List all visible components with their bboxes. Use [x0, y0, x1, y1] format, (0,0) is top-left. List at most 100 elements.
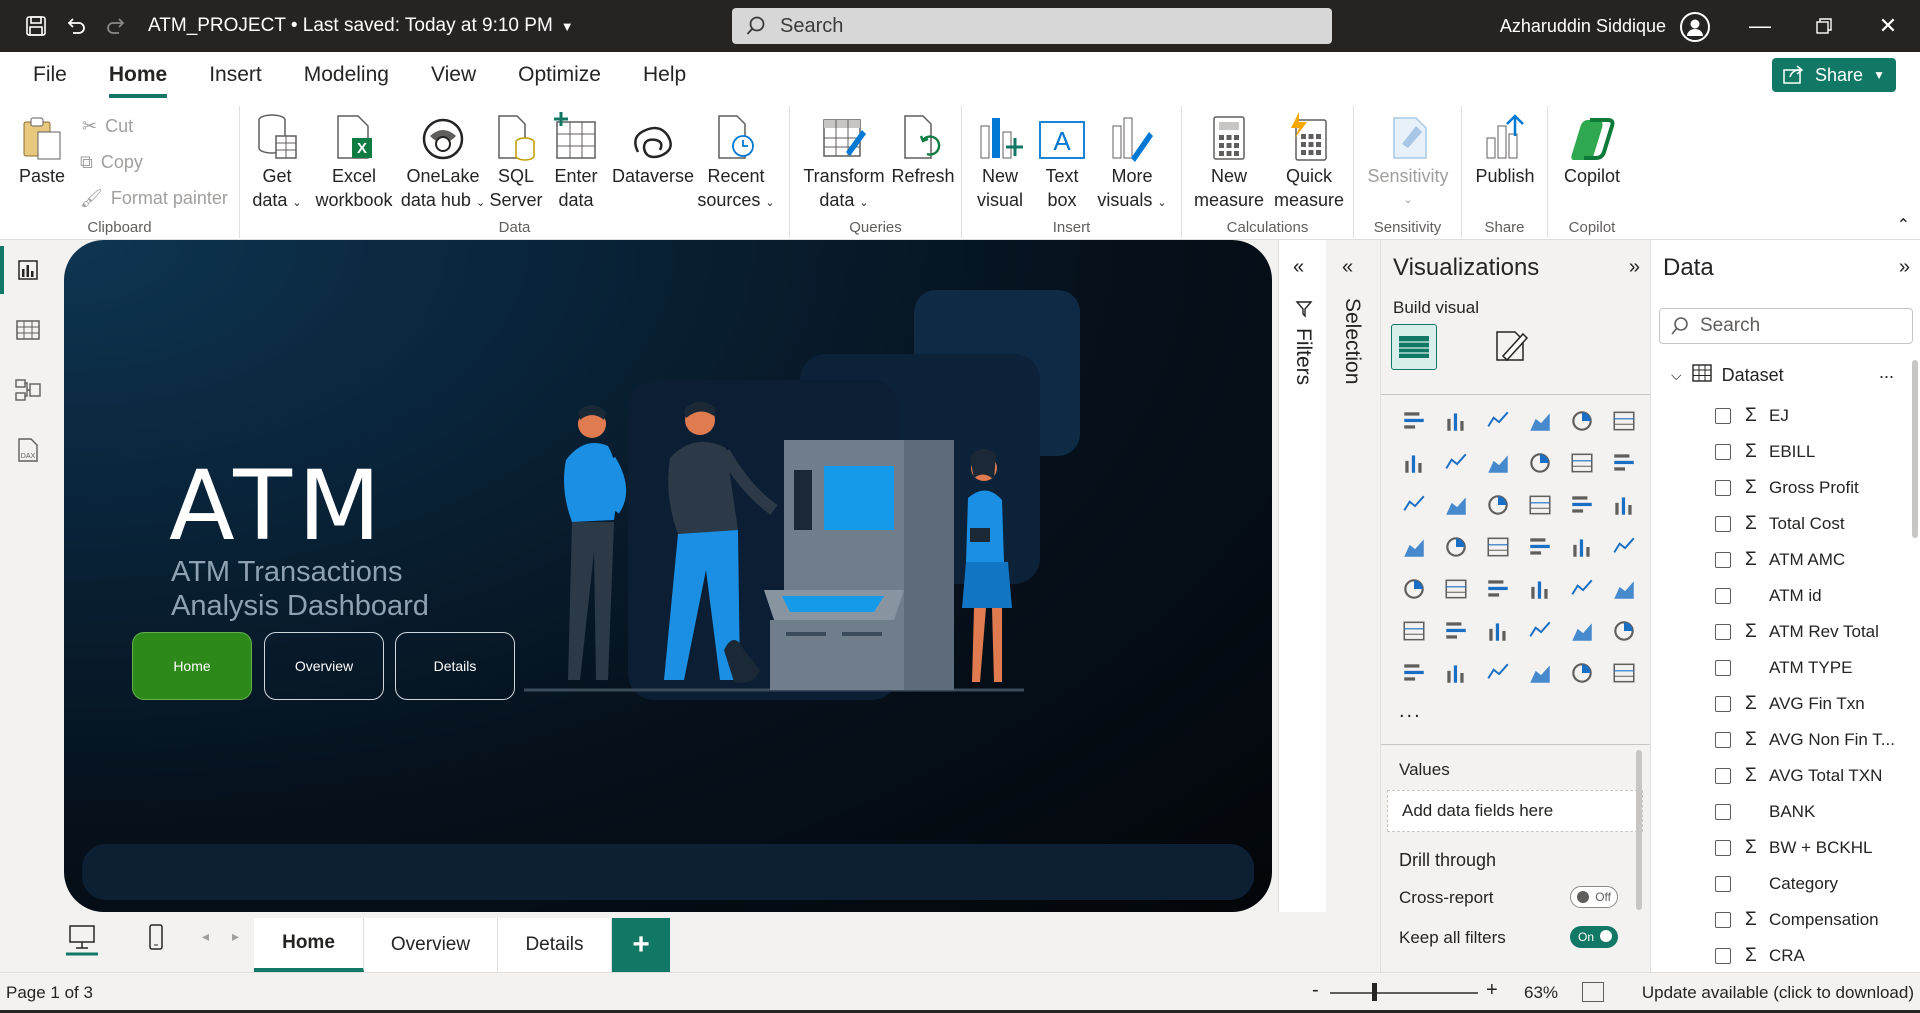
build-visual-tab[interactable]	[1391, 324, 1437, 370]
data-search-input[interactable]: Search	[1659, 308, 1913, 344]
field-checkbox[interactable]	[1715, 804, 1731, 820]
decomposition-tree-icon[interactable]	[1477, 610, 1519, 652]
new-measure-button[interactable]: New measure	[1190, 106, 1268, 212]
smart-narrative-icon[interactable]	[1561, 610, 1603, 652]
card-icon[interactable]	[1603, 526, 1645, 568]
key-influencers-icon[interactable]	[1435, 610, 1477, 652]
avatar[interactable]	[1680, 12, 1710, 42]
clustered-column-chart-icon[interactable]	[1519, 400, 1561, 442]
field-row[interactable]: Σ Total Cost	[1715, 506, 1915, 542]
table-icon[interactable]	[1519, 568, 1561, 610]
zoom-slider[interactable]	[1330, 992, 1478, 994]
minimize-icon[interactable]: —	[1728, 0, 1792, 52]
values-drop-well[interactable]: Add data fields here	[1387, 790, 1643, 832]
cross-report-toggle[interactable]: Off	[1570, 886, 1618, 908]
field-checkbox[interactable]	[1715, 696, 1731, 712]
paste-button[interactable]: Paste	[14, 106, 70, 188]
filled-map-icon[interactable]	[1477, 526, 1519, 568]
100-percent-bar-chart-icon[interactable]	[1561, 400, 1603, 442]
publish-button[interactable]: Publish	[1470, 106, 1540, 188]
treemap-icon[interactable]	[1393, 526, 1435, 568]
field-row[interactable]: Σ Compensation	[1715, 902, 1915, 938]
nav-home-button[interactable]: Home	[132, 632, 252, 700]
line-column-chart-icon[interactable]	[1561, 442, 1603, 484]
excel-workbook-button[interactable]: X Excel workbook	[312, 106, 396, 212]
desktop-layout-icon[interactable]	[62, 920, 102, 961]
collapse-visualizations-icon[interactable]: »	[1629, 256, 1640, 279]
tab-modeling[interactable]: Modeling	[304, 52, 389, 98]
map-icon[interactable]	[1435, 526, 1477, 568]
add-page-button[interactable]: +	[612, 918, 670, 972]
chevron-visual-icon[interactable]	[1603, 652, 1645, 694]
update-available-link[interactable]: Update available (click to download)	[1642, 983, 1914, 1003]
tab-view[interactable]: View	[431, 52, 476, 98]
field-row[interactable]: Σ EJ	[1715, 398, 1915, 434]
copilot-button[interactable]: Copilot	[1556, 106, 1628, 188]
dataset-more-options[interactable]: ...	[1879, 362, 1894, 383]
clustered-bar-chart-icon[interactable]	[1477, 400, 1519, 442]
dataset-table-node[interactable]: ⌵ Dataset	[1671, 364, 1784, 387]
field-row[interactable]: ATM id	[1715, 578, 1915, 614]
python-visual-icon[interactable]	[1393, 610, 1435, 652]
field-checkbox[interactable]	[1715, 948, 1731, 964]
cut-button[interactable]: ✂ Cut	[82, 116, 133, 137]
ribbon-chart-icon[interactable]	[1393, 484, 1435, 526]
line-clustered-column-chart-icon[interactable]	[1603, 442, 1645, 484]
user-name[interactable]: Azharuddin Siddique	[1500, 0, 1666, 52]
field-row[interactable]: Σ EBILL	[1715, 434, 1915, 470]
get-data-button[interactable]: Get data ⌄	[252, 106, 302, 215]
global-search-input[interactable]: Search	[732, 8, 1332, 44]
restore-icon[interactable]	[1792, 0, 1856, 52]
expand-selection-icon[interactable]: «	[1342, 256, 1353, 279]
onelake-data-hub-button[interactable]: OneLake data hub ⌄	[400, 106, 486, 215]
field-checkbox[interactable]	[1715, 480, 1731, 496]
format-painter-button[interactable]: 🖌 Format painter	[80, 188, 228, 209]
field-row[interactable]: Σ ATM AMC	[1715, 542, 1915, 578]
r-visual-icon[interactable]	[1603, 568, 1645, 610]
data-pane-scrollbar[interactable]	[1912, 360, 1918, 538]
power-apps-icon[interactable]	[1477, 652, 1519, 694]
field-checkbox[interactable]	[1715, 732, 1731, 748]
field-row[interactable]: Σ AVG Non Fin T...	[1715, 722, 1915, 758]
dataverse-button[interactable]: Dataverse	[612, 106, 694, 188]
matrix-icon[interactable]	[1561, 568, 1603, 610]
mobile-layout-icon[interactable]	[148, 924, 164, 957]
collapse-data-icon[interactable]: »	[1899, 256, 1910, 279]
table-view-icon[interactable]	[0, 300, 56, 360]
field-row[interactable]: Category	[1715, 866, 1915, 902]
new-visual-button[interactable]: New visual	[974, 106, 1026, 212]
report-page[interactable]: ATM ATM Transactions Analysis Dashboard …	[64, 240, 1272, 912]
transform-data-button[interactable]: Transform data ⌄	[802, 106, 886, 215]
stacked-bar-chart-icon[interactable]	[1393, 400, 1435, 442]
new-card-icon[interactable]	[1435, 652, 1477, 694]
tab-insert[interactable]: Insert	[209, 52, 262, 98]
field-checkbox[interactable]	[1715, 552, 1731, 568]
undo-icon[interactable]	[56, 0, 96, 52]
trophy-icon[interactable]	[1603, 610, 1645, 652]
paginated-report-icon[interactable]	[1393, 652, 1435, 694]
text-box-button[interactable]: A Text box	[1036, 106, 1088, 212]
field-checkbox[interactable]	[1715, 516, 1731, 532]
keep-all-filters-toggle[interactable]: On	[1570, 926, 1618, 948]
visualizations-scrollbar[interactable]	[1636, 750, 1642, 910]
tab-file[interactable]: File	[33, 52, 67, 98]
share-button[interactable]: Share ▼	[1772, 58, 1896, 92]
save-icon[interactable]	[16, 0, 56, 52]
sql-server-button[interactable]: SQL Server	[488, 106, 544, 212]
filters-pane-collapsed[interactable]: « Filters	[1278, 240, 1326, 912]
power-automate-icon[interactable]	[1519, 652, 1561, 694]
donut-chart-icon[interactable]	[1603, 484, 1645, 526]
field-row[interactable]: Σ ATM Rev Total	[1715, 614, 1915, 650]
format-visual-tab[interactable]	[1493, 328, 1529, 369]
report-view-icon[interactable]	[0, 240, 56, 300]
quick-measure-button[interactable]: Quick measure	[1270, 106, 1348, 212]
qa-icon[interactable]	[1519, 610, 1561, 652]
kpi-icon[interactable]	[1435, 568, 1477, 610]
selection-pane-collapsed[interactable]: « Selection	[1326, 240, 1380, 972]
page-tab-overview[interactable]: Overview	[364, 918, 498, 972]
more-visuals-button[interactable]: More visuals ⌄	[1096, 106, 1168, 215]
slicer-icon[interactable]	[1477, 568, 1519, 610]
100-percent-column-chart-icon[interactable]	[1603, 400, 1645, 442]
stacked-column-chart-icon[interactable]	[1435, 400, 1477, 442]
field-checkbox[interactable]	[1715, 588, 1731, 604]
